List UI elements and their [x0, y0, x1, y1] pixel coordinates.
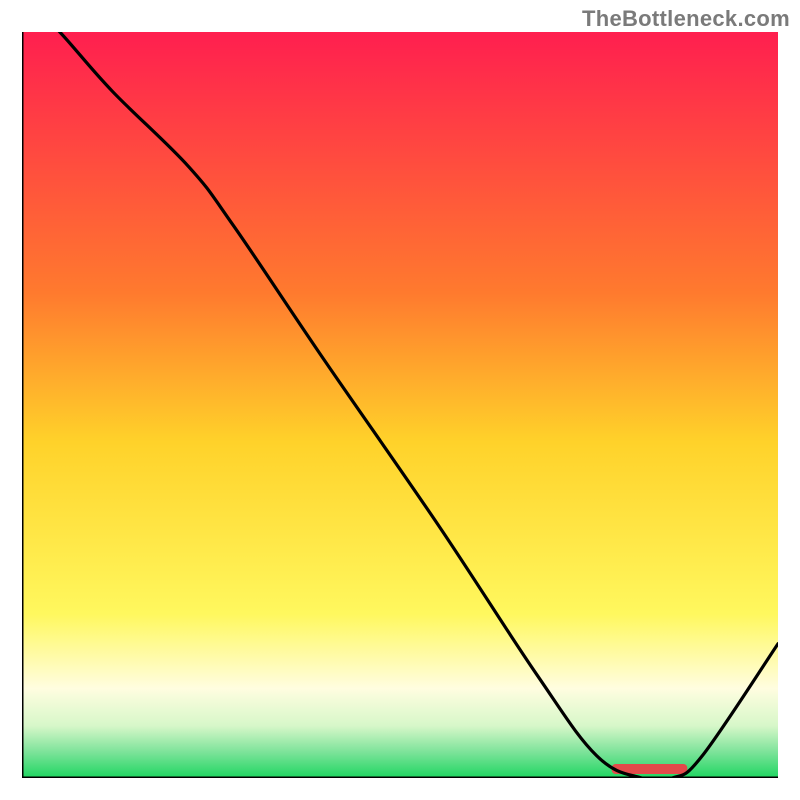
gradient-background: [22, 32, 778, 778]
chart-svg: [22, 32, 778, 778]
watermark-label: TheBottleneck.com: [582, 6, 790, 32]
plot-area: [22, 32, 778, 778]
chart-container: TheBottleneck.com: [0, 0, 800, 800]
